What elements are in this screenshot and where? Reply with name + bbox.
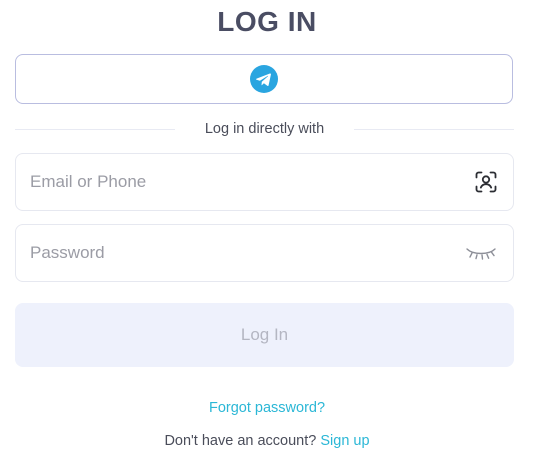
divider-line-left	[15, 128, 175, 130]
divider-text: Log in directly with	[204, 121, 325, 137]
eye-closed-icon[interactable]	[465, 245, 497, 261]
signup-row: Don't have an account? Sign up	[0, 432, 534, 450]
password-input[interactable]	[16, 225, 456, 281]
email-input[interactable]	[16, 154, 456, 210]
login-submit-button[interactable]: Log In	[15, 303, 514, 367]
telegram-icon	[250, 65, 278, 93]
email-field-container	[15, 153, 514, 211]
password-field-container	[15, 224, 514, 282]
forgot-password-row: Forgot password?	[0, 399, 534, 417]
login-divider: Log in directly with	[15, 118, 514, 140]
user-scan-icon[interactable]	[475, 171, 497, 193]
no-account-text: Don't have an account?	[164, 433, 317, 449]
divider-line-right	[354, 128, 514, 130]
page-title: LOG IN	[217, 6, 317, 37]
sign-up-link[interactable]: Sign up	[320, 433, 369, 449]
forgot-password-link[interactable]: Forgot password?	[209, 400, 325, 416]
login-page: LOG IN Log in directly with Email or Pho…	[0, 0, 534, 458]
telegram-login-button[interactable]	[15, 54, 513, 104]
